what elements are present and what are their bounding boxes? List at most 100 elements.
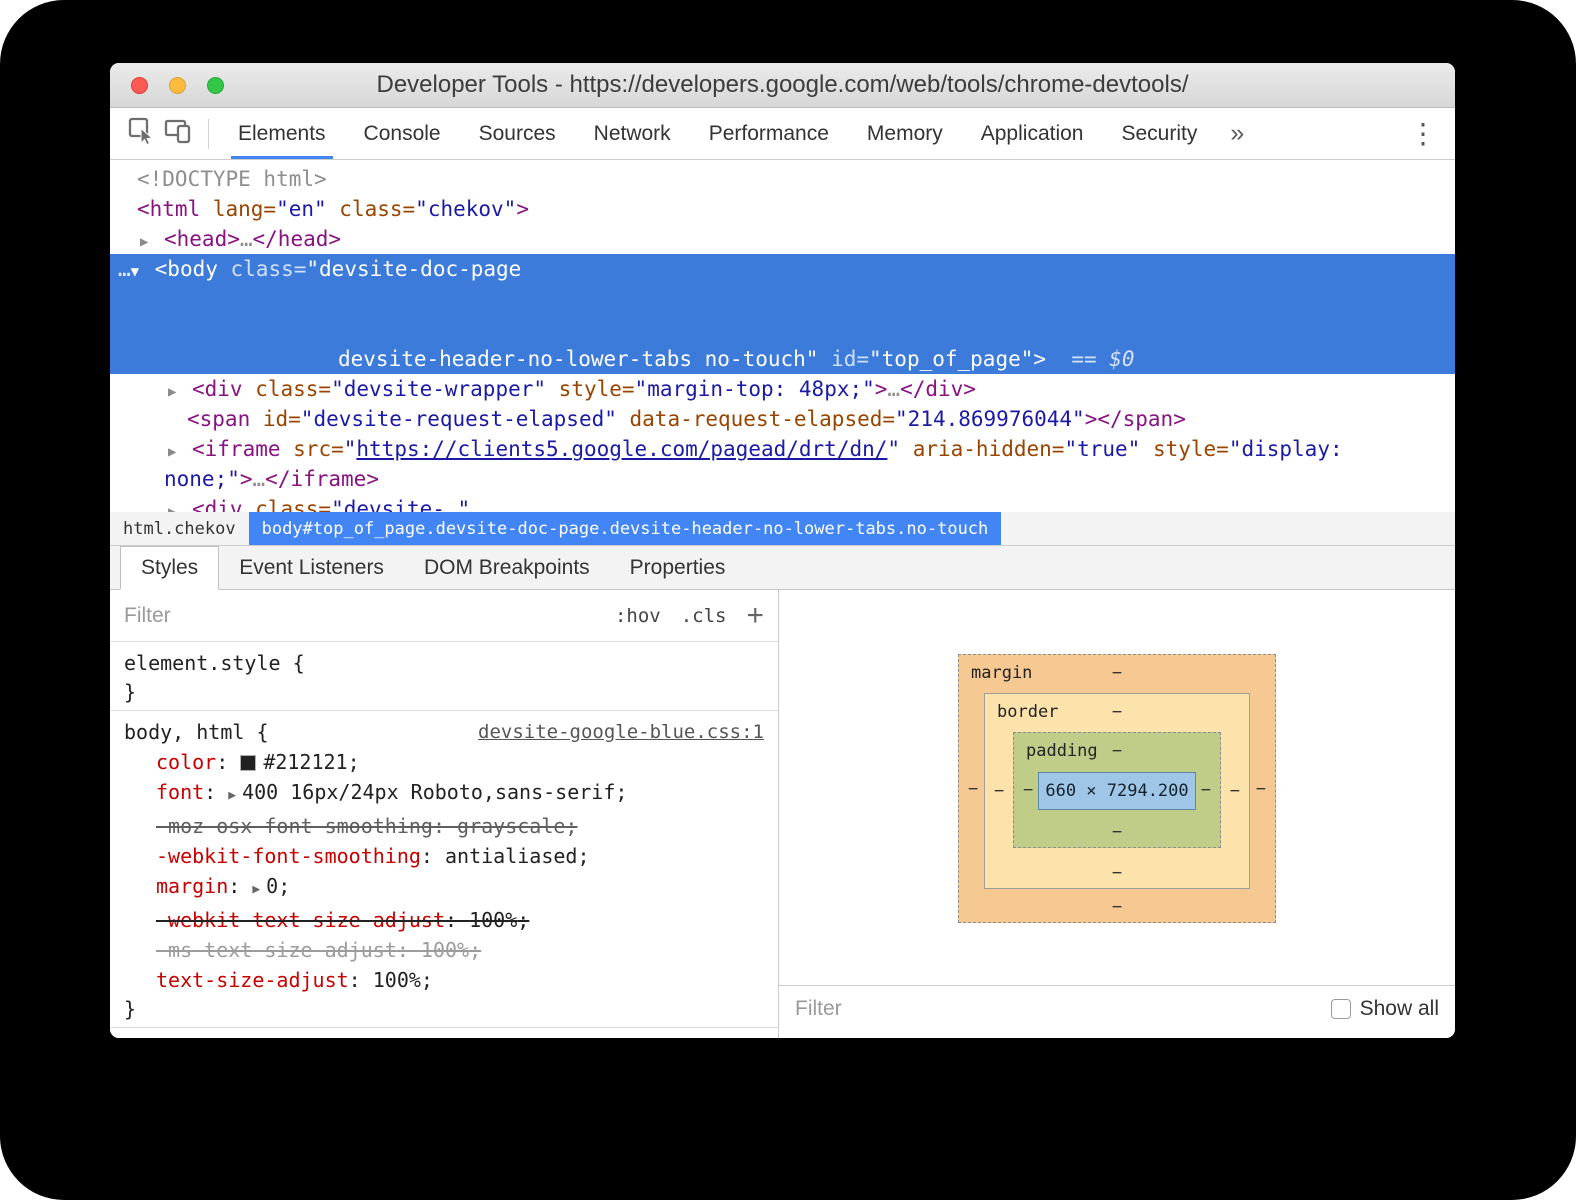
styles-filter-input[interactable]: Filter [124,604,171,628]
sidebar-tab-styles[interactable]: Styles [120,546,220,590]
expand-value-icon[interactable]: ▶ [228,788,236,803]
css-property[interactable]: -webkit-font-smoothing: antialiased; [110,841,778,871]
property-value[interactable]: 100% [469,908,517,932]
property-value[interactable]: antialiased [445,844,577,868]
panel-tab-performance[interactable]: Performance [690,108,848,159]
property-name[interactable]: font [156,780,204,804]
show-all-label[interactable]: Show all [1360,997,1439,1021]
expand-value-icon[interactable]: ▶ [252,882,260,897]
dom-node-line[interactable]: ▶ <iframe src="https://clients5.google.co… [110,434,1455,464]
dom-node-line[interactable]: ▶ <div class="devsite-wrapper" style="mar… [110,374,1455,404]
panel-tab-console[interactable]: Console [345,108,460,159]
more-tabs-button[interactable]: » [1216,119,1258,148]
url-link[interactable]: https://clients5.google.com/pagead/drt/d… [356,437,887,461]
window-title: Developer Tools - https://developers.goo… [376,71,1189,98]
padding-left-value[interactable]: − [1023,780,1033,800]
box-model-content-size[interactable]: 660 × 7294.200 [1038,772,1196,810]
minimize-button[interactable] [169,76,186,94]
panel-tab-application[interactable]: Application [962,108,1103,159]
dom-node-line[interactable]: <!DOCTYPE html> [110,164,1455,194]
property-name[interactable]: color [156,750,216,774]
css-property[interactable]: -moz-osx-font-smoothing: grayscale; [110,811,778,841]
dom-node-line[interactable] [110,284,1455,314]
panel-tab-elements[interactable]: Elements [219,108,345,159]
css-property[interactable]: font: ▶ 400 16px/24px Roboto,sans-serif; [110,777,778,811]
zoom-button[interactable] [207,76,224,94]
property-colon: : [216,750,241,774]
property-name[interactable]: -moz-osx-font-smoothing [156,814,433,838]
panel-tab-sources[interactable]: Sources [460,108,575,159]
sidebar-tab-properties[interactable]: Properties [610,546,746,589]
property-value[interactable]: 100% [373,968,421,992]
panel-tab-network[interactable]: Network [575,108,690,159]
panel-tab-security[interactable]: Security [1102,108,1216,159]
rule-selector[interactable]: body, div, dl, dd [124,1034,329,1038]
stylesheet-link[interactable]: devsite-google-blue.css:1 [478,1034,764,1038]
color-swatch[interactable] [240,755,257,771]
margin-right-value[interactable]: − [1256,779,1266,799]
devtools-menu-button[interactable]: ⋮ [1403,117,1443,150]
border-right-value[interactable]: − [1230,781,1240,801]
box-model-margin[interactable]: margin − − − − border − − − − padding − [958,654,1276,923]
css-property[interactable]: -webkit-text-size-adjust: 100%; [110,905,778,935]
dom-node-line[interactable] [110,314,1455,344]
rule-selector[interactable]: element.style [124,648,281,678]
property-value[interactable]: 400 16px/24px Roboto,sans-serif [242,780,615,804]
stylesheet-link[interactable]: devsite-google-blue.css:1 [478,717,764,747]
box-model-border[interactable]: border − − − − padding − − − − 660 × 729… [984,693,1250,889]
rule-selector[interactable]: body, html [124,717,244,747]
sidebar-tab-event-listeners[interactable]: Event Listeners [219,546,404,589]
property-value[interactable]: 100% [421,938,469,962]
css-property[interactable]: -ms-text-size-adjust: 100%; [110,935,778,965]
css-property[interactable]: color: #212121; [110,747,778,777]
padding-bottom-value[interactable]: − [1112,822,1122,842]
box-model-padding[interactable]: padding − − − − 660 × 7294.200 [1013,732,1221,848]
inspect-element-button[interactable] [124,116,160,152]
property-name[interactable]: -webkit-font-smoothing [156,844,421,868]
metrics-bottom-gap [779,1031,1455,1038]
margin-bottom-value[interactable]: − [1112,897,1122,917]
css-property[interactable]: text-size-adjust: 100%; [110,965,778,995]
computed-metrics-pane: margin − − − − border − − − − padding − [779,590,1455,1038]
property-name[interactable]: -webkit-text-size-adjust [156,908,445,932]
dom-node-line[interactable]: ▶ <div class="devsite-…" [110,494,1455,512]
border-left-value[interactable]: − [994,781,1004,801]
metrics-filter-input[interactable]: Filter [795,997,842,1021]
property-name[interactable]: -ms-text-size-adjust [156,938,397,962]
new-style-rule-button[interactable]: + [746,600,764,631]
property-value[interactable]: 0 [266,874,278,898]
margin-top-value[interactable]: − [1112,663,1122,683]
padding-right-value[interactable]: − [1201,780,1211,800]
show-all-checkbox[interactable] [1330,998,1351,1019]
element-classes-toggle[interactable]: .cls [681,605,727,627]
breadcrumb-item[interactable]: html.chekov [110,512,249,545]
dom-token: … [118,257,131,281]
property-value[interactable]: grayscale [457,814,565,838]
dom-token: lang= [200,197,277,221]
padding-top-value[interactable]: − [1112,741,1122,761]
property-semicolon: ; [565,814,578,838]
property-value[interactable]: #212121 [263,750,347,774]
breadcrumb-item[interactable]: body#top_of_page.devsite-doc-page.devsit… [248,512,1002,545]
css-property[interactable]: margin: ▶ 0; [110,871,778,905]
dom-node-line[interactable]: <span id="devsite-request-elapsed" data-… [110,404,1455,434]
dom-node-line[interactable]: <html lang="en" class="chekov"> [110,194,1455,224]
hover-state-toggle[interactable]: :hov [615,605,661,627]
dom-node-line[interactable]: …▼ <body class="devsite-doc-page [110,254,1455,284]
property-semicolon: ; [577,844,590,868]
property-name[interactable]: text-size-adjust [156,968,349,992]
dom-node-line[interactable]: none;">…</iframe> [110,464,1455,494]
dom-node-line[interactable]: ▶ <head>…</head> [110,224,1455,254]
margin-left-value[interactable]: − [968,779,978,799]
property-colon: : [444,908,470,932]
show-all-control[interactable]: Show all [1330,997,1439,1021]
property-name[interactable]: margin [156,874,228,898]
panel-tab-memory[interactable]: Memory [848,108,962,159]
sidebar-tab-dom-breakpoints[interactable]: DOM Breakpoints [404,546,610,589]
styles-filter-controls: :hov .cls + [615,600,764,631]
border-top-value[interactable]: − [1112,702,1122,722]
dom-node-line[interactable]: devsite-header-no-lower-tabs no-touch" i… [110,344,1455,374]
border-bottom-value[interactable]: − [1112,863,1122,883]
close-button[interactable] [131,76,148,94]
device-toolbar-button[interactable] [160,116,196,152]
